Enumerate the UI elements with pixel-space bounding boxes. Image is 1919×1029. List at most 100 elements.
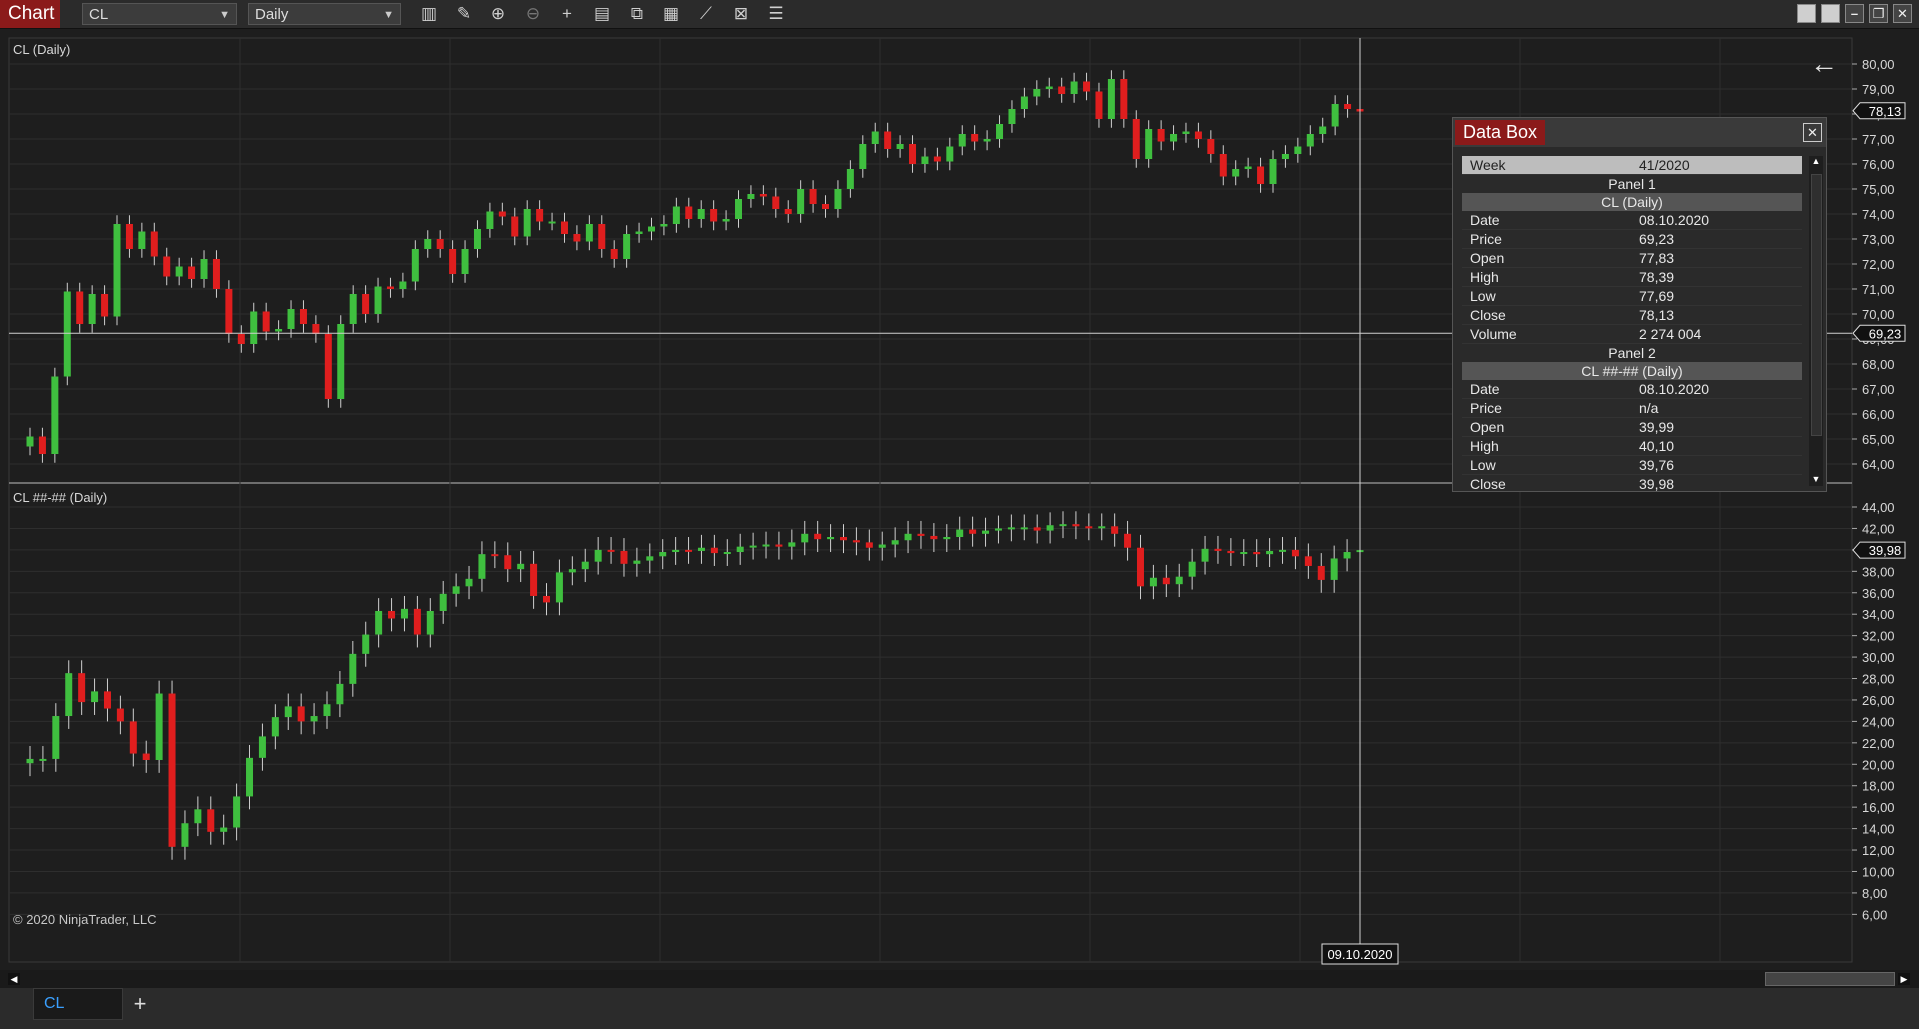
data-box: Data Box ✕ Week 41/2020 Panel 1 CL (Dail… bbox=[1452, 117, 1827, 492]
panel2-candle bbox=[310, 716, 318, 722]
horizontal-scroll-thumb[interactable] bbox=[1765, 972, 1895, 986]
panel1-candle bbox=[38, 436, 46, 454]
restore-icon[interactable]: ❐ bbox=[1869, 4, 1888, 23]
panel1-candle bbox=[933, 156, 941, 162]
panel2-row-label: Close bbox=[1470, 476, 1506, 492]
back-arrow-icon[interactable]: ← bbox=[1810, 48, 1838, 80]
draw-icon[interactable]: ✎ bbox=[451, 3, 477, 25]
panel2-candle bbox=[491, 554, 499, 557]
scroll-left-icon[interactable]: ◀ bbox=[8, 973, 20, 985]
panel1-candle bbox=[1219, 154, 1227, 177]
panel2-candle bbox=[349, 653, 357, 684]
zoom-out-icon[interactable]: ⊖ bbox=[520, 3, 546, 25]
data-box-icon[interactable]: ⊠ bbox=[728, 3, 754, 25]
panel1-row-label: Open bbox=[1470, 250, 1505, 266]
panel1-candle bbox=[971, 134, 979, 142]
panel2-tick-label: 24,00 bbox=[1862, 714, 1895, 729]
panel1-candle bbox=[536, 209, 544, 222]
minimize-icon[interactable]: – bbox=[1845, 4, 1864, 23]
close-icon[interactable]: ✕ bbox=[1803, 123, 1822, 142]
panel2-candle bbox=[194, 809, 202, 824]
panel2-candle bbox=[246, 757, 254, 797]
panel2-tick-label: 42,00 bbox=[1862, 521, 1895, 536]
panel2-candle bbox=[233, 796, 241, 828]
bar-type-icon[interactable]: ▥ bbox=[416, 3, 442, 25]
close-icon[interactable]: ✕ bbox=[1893, 4, 1912, 23]
panel2-tick-label: 6,00 bbox=[1862, 907, 1887, 922]
panel2-candle bbox=[1253, 552, 1261, 555]
panel1-candle bbox=[747, 194, 755, 199]
window-light2-icon[interactable] bbox=[1821, 4, 1840, 23]
panel2-candle bbox=[685, 549, 693, 552]
panel2-candle bbox=[1033, 527, 1041, 531]
crosshair-icon[interactable]: + bbox=[554, 3, 580, 25]
panel1-candle bbox=[237, 334, 245, 344]
strategies-icon[interactable]: ⟋ bbox=[693, 3, 719, 25]
zoom-in-icon[interactable]: ⊕ bbox=[485, 3, 511, 25]
panel2-candle bbox=[155, 693, 163, 760]
panel1-tick-label: 74,00 bbox=[1862, 207, 1895, 222]
horizontal-scrollbar[interactable] bbox=[0, 970, 1919, 988]
instrument-select[interactable]: CL ▼ bbox=[82, 3, 237, 25]
panel1-candle bbox=[797, 189, 805, 214]
data-box-scrollbar[interactable]: ▲ ▼ bbox=[1809, 156, 1823, 486]
panel1-candle bbox=[598, 224, 606, 249]
panel1-candle bbox=[523, 209, 531, 237]
panel1-candle bbox=[449, 249, 457, 274]
week-label: Week bbox=[1470, 157, 1506, 173]
interval-select[interactable]: Daily ▼ bbox=[248, 3, 401, 25]
panel1-candle bbox=[585, 224, 593, 242]
panel1-candle bbox=[1182, 131, 1190, 134]
scroll-up-icon[interactable]: ▲ bbox=[1809, 156, 1823, 166]
panel2-candle bbox=[568, 569, 576, 573]
panel2-candle bbox=[1330, 558, 1338, 580]
panel1-row-value: 78,39 bbox=[1639, 269, 1675, 285]
window-light-icon[interactable] bbox=[1797, 4, 1816, 23]
list-icon[interactable]: ☰ bbox=[763, 3, 789, 25]
data-box-header[interactable]: Data Box ✕ bbox=[1453, 118, 1826, 147]
panel1-candle bbox=[324, 334, 332, 399]
panel2-candle bbox=[749, 545, 757, 548]
panel2-candle bbox=[78, 673, 86, 703]
panel2-candle bbox=[258, 736, 266, 758]
scroll-down-icon[interactable]: ▼ bbox=[1809, 474, 1823, 484]
panel2-candle bbox=[439, 593, 447, 611]
add-tab-button[interactable]: + bbox=[128, 990, 152, 1018]
panel2-row: Low 39,76 bbox=[1462, 456, 1802, 475]
panel2-candle bbox=[413, 608, 421, 635]
panel1-series: CL (Daily) bbox=[1462, 193, 1802, 211]
properties-icon[interactable]: ▤ bbox=[589, 3, 615, 25]
panel2-candle bbox=[1136, 547, 1144, 587]
panel2-candle bbox=[39, 758, 47, 761]
panel2-candle bbox=[1291, 549, 1299, 557]
panel2-candle bbox=[943, 537, 951, 540]
panel2-tick-label: 10,00 bbox=[1862, 864, 1895, 879]
panel1-candle bbox=[150, 231, 158, 257]
tab-cl[interactable]: CL bbox=[33, 988, 123, 1020]
panel2-candle bbox=[1124, 533, 1132, 548]
panel1-candle bbox=[623, 234, 631, 259]
panel2-tick-label: 14,00 bbox=[1862, 822, 1895, 837]
panel2-candle bbox=[1046, 525, 1054, 531]
panel1-candle bbox=[735, 199, 743, 219]
panel2-candle bbox=[207, 809, 215, 832]
panel1-candle bbox=[647, 226, 655, 232]
template-icon[interactable]: ⧉ bbox=[624, 3, 650, 25]
panel2-candle bbox=[1266, 550, 1274, 555]
panel1-candle bbox=[436, 239, 444, 249]
panel2-candle bbox=[775, 544, 783, 547]
panel1-candle bbox=[1145, 129, 1153, 159]
panel2-row-label: Low bbox=[1470, 457, 1496, 473]
indicators-icon[interactable]: ▦ bbox=[658, 3, 684, 25]
panel1-candle bbox=[784, 209, 792, 214]
panel2-candle bbox=[530, 563, 538, 596]
scroll-thumb[interactable] bbox=[1811, 174, 1822, 436]
panel2-tick-label: 36,00 bbox=[1862, 586, 1895, 601]
scroll-right-icon[interactable]: ▶ bbox=[1898, 973, 1910, 985]
panel2-tick-label: 38,00 bbox=[1862, 564, 1895, 579]
panel1-candle bbox=[573, 234, 581, 242]
panel1-candle bbox=[884, 131, 892, 149]
panel1-candle bbox=[275, 329, 283, 332]
panel1-row-value: 2 274 004 bbox=[1639, 326, 1702, 342]
panel1-candle bbox=[1294, 146, 1302, 154]
